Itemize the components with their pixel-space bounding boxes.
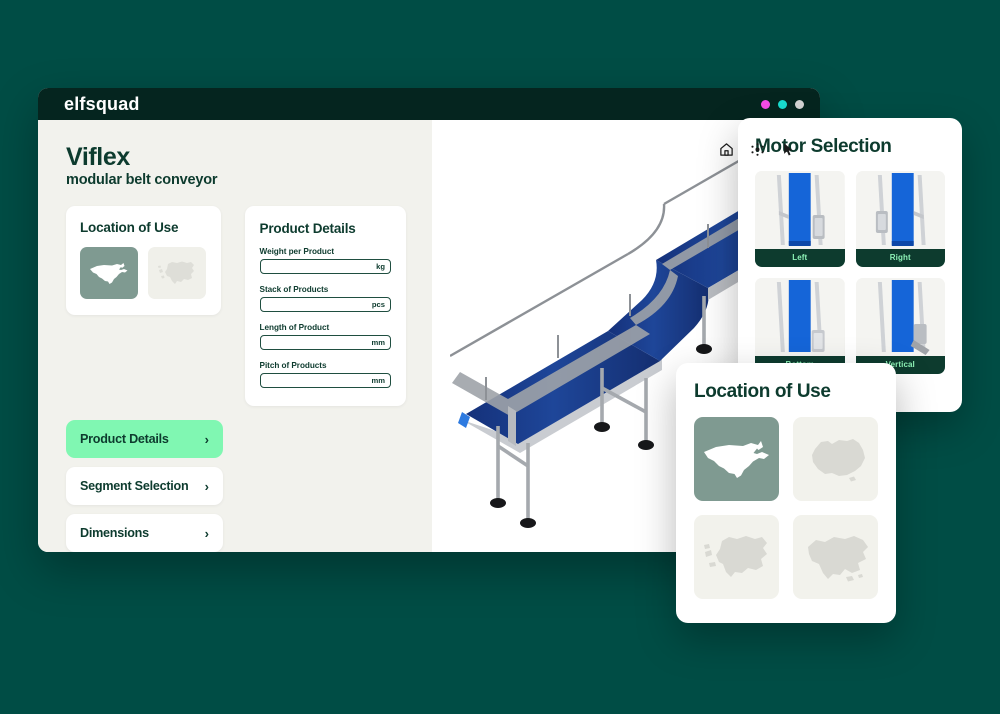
dot-grey-icon[interactable]	[795, 99, 804, 109]
motor-option-bottom[interactable]: Bottom	[755, 278, 845, 374]
configurator-step-list: Product Details › Segment Selection › Di…	[66, 420, 223, 552]
location-popover-heading: Location of Use	[694, 381, 831, 402]
stack-of-products-input[interactable]: pcs	[259, 297, 391, 313]
dot-cyan-icon[interactable]	[778, 99, 787, 109]
sidebar-item-label: Product Details	[80, 432, 169, 447]
field-weight-per-product: Weight per Product kg	[259, 247, 391, 275]
location-option-australia[interactable]	[793, 417, 878, 501]
map-tile-usa[interactable]	[80, 247, 138, 300]
cursor-select-icon[interactable]	[781, 142, 796, 157]
motor-option-left[interactable]: Left	[755, 171, 845, 267]
australia-map-icon	[811, 439, 865, 482]
page-subtitle: modular belt conveyor	[66, 172, 218, 189]
location-option-asia[interactable]	[793, 515, 878, 599]
usa-map-icon	[703, 441, 769, 478]
location-of-use-card: Location of Use	[66, 206, 221, 316]
field-label: Weight per Product	[259, 247, 335, 257]
motor-thumbnail-left	[755, 171, 845, 249]
location-option-europe[interactable]	[694, 515, 779, 599]
motor-bottom-illustration	[755, 278, 845, 356]
motor-option-label: Right	[855, 249, 945, 267]
location-of-use-popover: Location of Use	[676, 363, 896, 623]
location-card-tiles	[80, 247, 207, 300]
location-option-usa[interactable]	[694, 417, 779, 501]
field-unit: mm	[371, 338, 385, 348]
motor-left-illustration	[755, 171, 845, 249]
sidebar-item-dimensions[interactable]: Dimensions ›	[66, 514, 223, 552]
motor-option-right[interactable]: Right	[855, 171, 945, 267]
orbit-3d-icon[interactable]	[750, 142, 765, 157]
weight-per-product-input[interactable]: kg	[259, 259, 391, 275]
window-titlebar: elfsquad	[38, 88, 820, 120]
sidebar-item-product-details[interactable]: Product Details ›	[66, 420, 223, 459]
field-label: Length of Product	[259, 323, 330, 333]
sidebar-item-label: Dimensions	[80, 526, 149, 541]
location-option-grid	[694, 417, 878, 599]
page-title: Viflex	[66, 143, 130, 171]
home-icon[interactable]	[719, 142, 734, 157]
asia-map-icon	[807, 536, 868, 582]
viewer-toolbar	[719, 142, 820, 157]
field-length-of-product: Length of Product mm	[259, 323, 391, 351]
product-details-card: Product Details Weight per Product kg St…	[244, 206, 406, 407]
sidebar-item-segment-selection[interactable]: Segment Selection ›	[66, 467, 223, 506]
length-of-product-input[interactable]: mm	[259, 335, 391, 351]
chevron-right-icon: ›	[204, 431, 209, 447]
motor-option-grid: Left Right Vertical	[755, 171, 945, 374]
usa-map-icon	[90, 263, 128, 285]
motor-thumbnail-vertical	[855, 278, 945, 356]
configurator-pane: Viflex modular belt conveyor Location of…	[38, 120, 432, 552]
field-label: Pitch of Products	[259, 361, 327, 371]
chevron-right-icon: ›	[204, 478, 209, 494]
motor-thumbnail-right	[855, 171, 945, 249]
motor-vertical-illustration	[855, 278, 945, 356]
field-unit: pcs	[371, 300, 385, 310]
pitch-of-products-input[interactable]: mm	[259, 373, 391, 389]
field-pitch-of-products: Pitch of Products mm	[259, 361, 391, 389]
motor-option-vertical[interactable]: Vertical	[855, 278, 945, 374]
motor-right-illustration	[855, 171, 945, 249]
motor-thumbnail-bottom	[755, 278, 845, 356]
chevron-right-icon: ›	[204, 525, 209, 541]
field-unit: mm	[371, 376, 385, 386]
europe-map-icon	[703, 536, 767, 577]
map-tile-europe[interactable]	[148, 247, 206, 300]
window-controls	[761, 99, 804, 109]
field-stack-of-products: Stack of Products pcs	[259, 285, 391, 313]
page-root: elfsquad Viflex modular belt conveyor Lo…	[0, 0, 1000, 714]
field-unit: kg	[376, 262, 385, 272]
dot-pink-icon[interactable]	[761, 99, 770, 109]
location-card-heading: Location of Use	[80, 220, 179, 236]
cards-row: Location of Use Product Details Weight p…	[66, 206, 406, 407]
sidebar-item-label: Segment Selection	[80, 479, 189, 494]
elfsquad-logo: elfsquad	[64, 93, 140, 114]
field-label: Stack of Products	[259, 285, 329, 295]
motor-option-label: Left	[755, 249, 845, 267]
product-details-heading: Product Details	[259, 221, 356, 237]
europe-map-icon	[158, 261, 194, 285]
